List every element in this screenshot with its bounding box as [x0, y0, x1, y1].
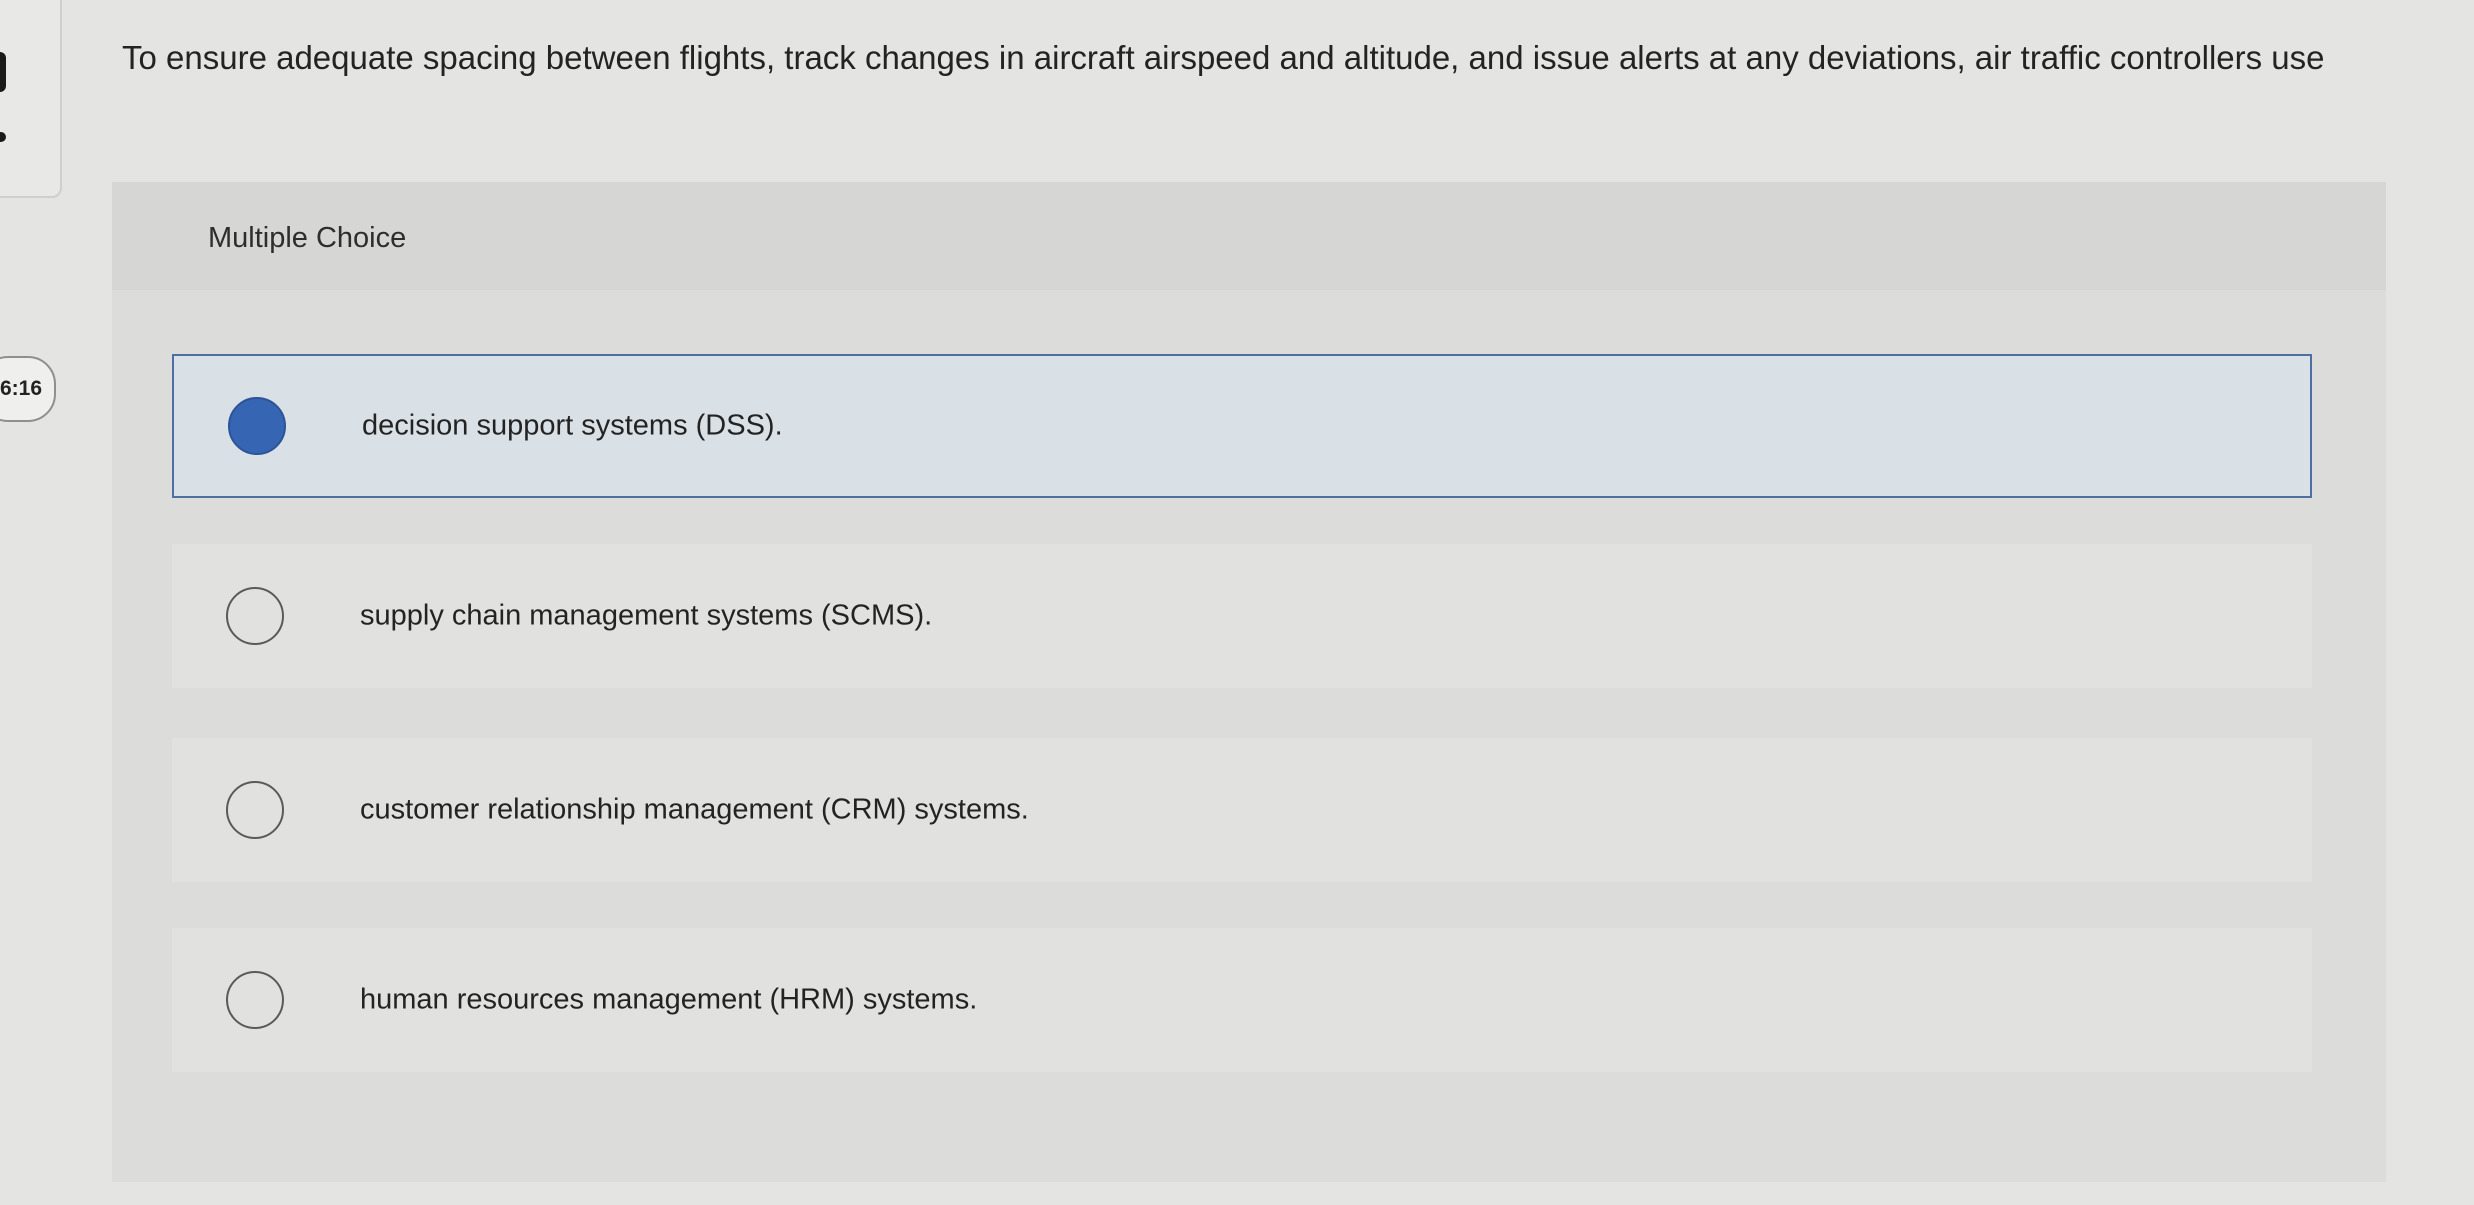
- radio-icon[interactable]: [226, 587, 284, 645]
- timer-badge[interactable]: 6:16: [0, 356, 56, 422]
- option-label[interactable]: decision support systems (DSS).: [362, 410, 783, 443]
- question-text: To ensure adequate spacing between fligh…: [122, 39, 2325, 76]
- left-panel-edge: [0, 0, 62, 198]
- option-hrm[interactable]: human resources management (HRM) systems…: [172, 928, 2312, 1072]
- option-label[interactable]: human resources management (HRM) systems…: [360, 984, 977, 1017]
- multiple-choice-card: Multiple Choice decision support systems…: [112, 182, 2386, 1182]
- card-header: Multiple Choice: [112, 182, 2386, 290]
- radio-icon[interactable]: [226, 781, 284, 839]
- option-dss[interactable]: decision support systems (DSS).: [172, 354, 2312, 498]
- option-label[interactable]: supply chain management systems (SCMS).: [360, 600, 932, 633]
- option-label[interactable]: customer relationship management (CRM) s…: [360, 794, 1029, 827]
- left-marker-icon: [0, 52, 6, 92]
- radio-icon[interactable]: [226, 971, 284, 1029]
- option-scms[interactable]: supply chain management systems (SCMS).: [172, 544, 2312, 688]
- question-type-label: Multiple Choice: [208, 222, 407, 254]
- radio-selected-icon[interactable]: [228, 397, 286, 455]
- option-crm[interactable]: customer relationship management (CRM) s…: [172, 738, 2312, 882]
